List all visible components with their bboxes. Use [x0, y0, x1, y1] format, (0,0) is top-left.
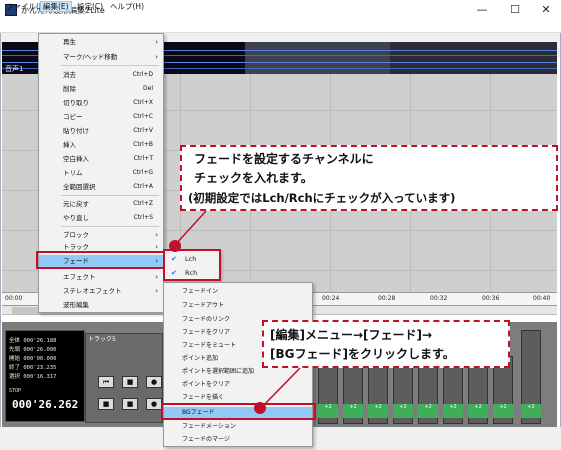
callout-dot	[169, 240, 181, 252]
callout-connectors	[174, 210, 301, 409]
callout-dot	[254, 402, 266, 414]
